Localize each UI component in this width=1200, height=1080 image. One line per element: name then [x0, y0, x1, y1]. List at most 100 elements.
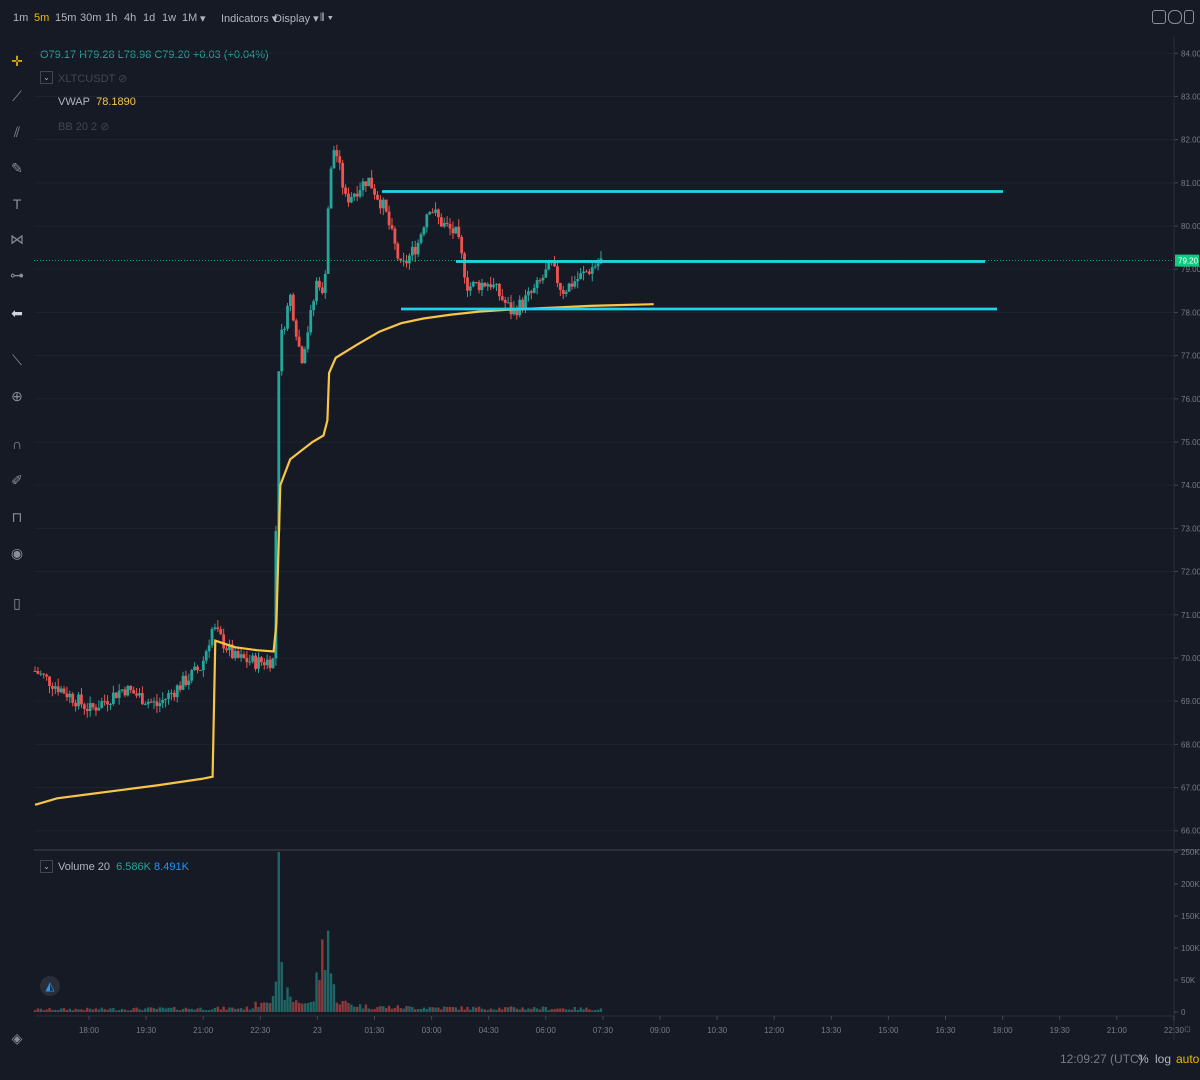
log-toggle[interactable]: log [1155, 1052, 1171, 1066]
candle-body [376, 194, 379, 200]
candle-body [97, 707, 101, 711]
candle-body [77, 694, 80, 707]
volume-bar [419, 1008, 423, 1012]
candle-body [193, 666, 197, 671]
candle-body [535, 280, 539, 288]
volume-bar [318, 980, 321, 1012]
volume-bar [129, 1010, 132, 1012]
candle-body [434, 209, 437, 213]
volume-bar [199, 1007, 202, 1012]
volume-bar [254, 1001, 257, 1012]
volume-bar [341, 1001, 344, 1012]
volume-bar [152, 1008, 156, 1012]
volume-bar [271, 995, 275, 1012]
volume-bar [329, 973, 333, 1012]
candle-body [370, 177, 374, 189]
candle-body [567, 283, 571, 292]
candle-body [129, 685, 133, 690]
volume-bar [126, 1010, 130, 1012]
candle-body [120, 689, 124, 691]
volume-bar [219, 1009, 222, 1012]
volume-bar [94, 1008, 98, 1012]
candle-body [454, 226, 458, 234]
volume-bar [405, 1005, 408, 1012]
volume-bar [445, 1007, 449, 1012]
volume-bar [373, 1008, 376, 1012]
candle-body [396, 243, 400, 259]
volume-bar [573, 1006, 577, 1012]
percent-toggle[interactable]: % [1138, 1052, 1149, 1066]
volume-bar [146, 1007, 150, 1012]
volume-bar [448, 1006, 452, 1012]
candle-body [280, 329, 284, 372]
volume-bar [338, 1004, 341, 1012]
candle-body [94, 707, 98, 711]
volume-bar [141, 1010, 144, 1012]
volume-bar [599, 1008, 603, 1012]
volume-bar [399, 1008, 402, 1012]
volume-bar [474, 1007, 478, 1012]
time-tick-label: 10:30 [707, 1026, 728, 1035]
candle-body [466, 277, 469, 291]
price-tick-label: 74.00 [1181, 481, 1200, 490]
volume-bar [210, 1009, 214, 1012]
vwap-line [34, 303, 654, 806]
candle-body [425, 214, 429, 228]
price-tick-label: 66.00 [1181, 827, 1200, 836]
volume-bar [512, 1007, 516, 1012]
tradingview-logo-icon[interactable]: ◭ [40, 976, 60, 996]
candle-body [175, 685, 179, 698]
candle-body [39, 673, 43, 675]
auto-toggle[interactable]: auto [1176, 1052, 1199, 1066]
volume-bar [370, 1009, 373, 1012]
price-tick-label: 71.00 [1181, 611, 1200, 620]
time-tick-label: 16:30 [935, 1026, 956, 1035]
candle-body [573, 281, 577, 287]
price-chart[interactable]: 84.0083.0082.0081.0080.0079.0078.0077.00… [0, 0, 1200, 1080]
volume-bars [33, 852, 603, 1012]
volume-bar [576, 1009, 579, 1012]
volume-bar [443, 1006, 446, 1012]
volume-bar [541, 1006, 545, 1012]
candle-body [68, 693, 72, 698]
candle-body [564, 291, 568, 294]
volume-bar [225, 1009, 228, 1012]
candle-body [48, 676, 51, 686]
candle-body [219, 629, 223, 635]
candle-body [579, 273, 583, 280]
candle-body [82, 704, 86, 710]
candle-body [480, 282, 484, 291]
volume-bar [393, 1007, 397, 1012]
candle-body [300, 346, 304, 364]
volume-bar [498, 1007, 501, 1012]
volume-bar [149, 1007, 153, 1012]
candle-body [201, 660, 205, 671]
volume-bar [295, 1000, 298, 1012]
volume-tick-label: 0 [1181, 1008, 1186, 1017]
candle-body [251, 655, 255, 662]
candle-body [338, 156, 342, 163]
candle-body [341, 162, 345, 188]
volume-bar [309, 1001, 312, 1012]
volume-bar [379, 1006, 382, 1012]
candle-body [190, 670, 194, 681]
volume-bar [550, 1009, 553, 1012]
volume-bar [54, 1009, 57, 1012]
candle-body [245, 658, 249, 663]
volume-bar [547, 1010, 550, 1012]
candle-body [460, 237, 464, 254]
volume-bar [45, 1009, 48, 1012]
volume-bar [596, 1009, 600, 1012]
candle-body [303, 349, 307, 364]
volume-tick-label: 200K [1181, 880, 1200, 889]
volume-bar [492, 1009, 495, 1012]
volume-bar [521, 1007, 524, 1012]
axis-settings-icon[interactable]: ☼ [1182, 1021, 1193, 1035]
volume-bar [355, 1006, 359, 1012]
volume-bar [585, 1007, 588, 1012]
candle-body [204, 651, 208, 661]
volume-bar [265, 1002, 269, 1012]
candle-body [495, 283, 498, 285]
candle-body [593, 266, 597, 268]
candle-body [570, 283, 574, 287]
